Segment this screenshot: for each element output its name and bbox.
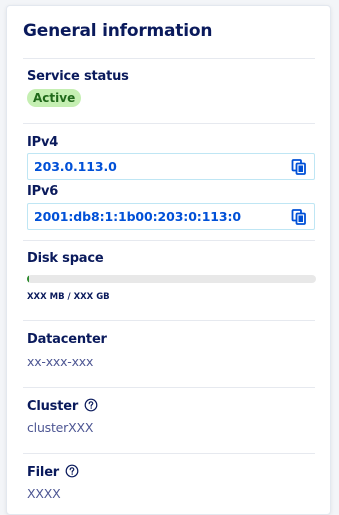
disk-usage-caption: XXX MB / XXX GB — [27, 292, 110, 302]
status-badge: Active — [27, 89, 82, 107]
ipv4-label: IPv4 — [27, 135, 59, 150]
divider — [23, 58, 315, 59]
copy-icon — [291, 209, 306, 225]
divider — [23, 453, 315, 454]
ipv6-field: 2001:db8:1:1b00:203:0:113:0 — [27, 203, 315, 230]
disk-usage-bar — [27, 275, 316, 283]
datacenter-value: xx-xxx-xxx — [27, 354, 94, 369]
help-circle-icon — [84, 398, 98, 412]
cluster-label-text: Cluster — [27, 399, 79, 414]
ipv4-field: 203.0.113.0 — [27, 153, 315, 180]
cluster-value: clusterXXX — [27, 420, 94, 435]
filer-label: Filer — [27, 464, 79, 480]
disk-space-label: Disk space — [27, 251, 104, 266]
copy-ipv6-button[interactable] — [290, 208, 308, 226]
ipv6-value: 2001:db8:1:1b00:203:0:113:0 — [34, 209, 241, 224]
help-circle-icon — [65, 464, 79, 478]
ipv4-value: 203.0.113.0 — [34, 159, 117, 174]
divider — [23, 123, 315, 124]
disk-usage-fill — [27, 275, 30, 283]
divider — [23, 240, 315, 241]
ipv6-label: IPv6 — [27, 184, 59, 199]
service-status-label: Service status — [27, 69, 129, 84]
card-title: General information — [23, 21, 213, 41]
copy-icon — [291, 159, 306, 175]
filer-label-text: Filer — [27, 465, 60, 480]
filer-value: XXXX — [27, 486, 61, 501]
datacenter-label: Datacenter — [27, 332, 107, 347]
general-information-card: General information Service status Activ… — [6, 5, 331, 515]
copy-ipv4-button[interactable] — [290, 158, 308, 176]
divider — [23, 387, 315, 388]
divider — [23, 320, 315, 321]
filer-help-button[interactable] — [65, 464, 79, 478]
cluster-help-button[interactable] — [84, 398, 98, 412]
cluster-label: Cluster — [27, 398, 98, 414]
